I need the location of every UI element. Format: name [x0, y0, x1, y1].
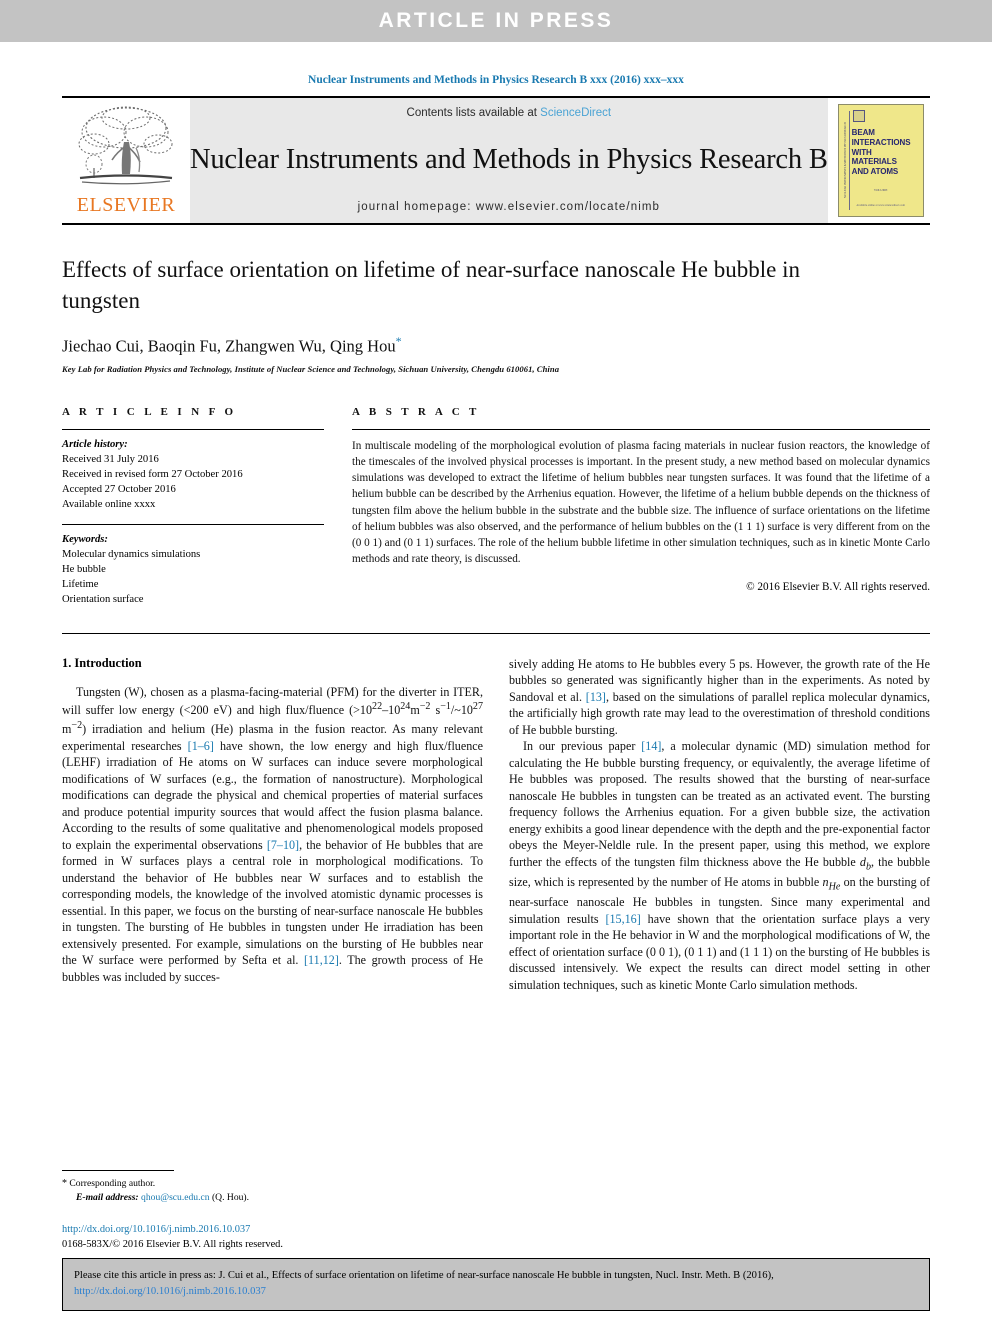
- footnote-star-marker: *: [62, 1178, 67, 1189]
- history-item: Accepted 27 October 2016: [62, 483, 176, 495]
- intro3-text-b: , a molecular dynamic (MD) simulation me…: [509, 739, 931, 869]
- citation-link-14[interactable]: [14]: [641, 739, 661, 753]
- intro-sup: 24: [400, 701, 411, 713]
- intro-paragraph-1: Tungsten (W), chosen as a plasma-facing-…: [62, 684, 483, 985]
- corresponding-author-marker: *: [395, 334, 402, 349]
- cite-text: Please cite this article in press as: J.…: [74, 1270, 774, 1281]
- cite-this-article-box: Please cite this article in press as: J.…: [62, 1258, 930, 1311]
- history-item: Received in revised form 27 October 2016: [62, 468, 243, 480]
- citation-link-13[interactable]: [13]: [586, 690, 606, 704]
- keyword-item: He bubble: [62, 563, 106, 575]
- elsevier-logo-block: ELSEVIER: [62, 98, 190, 223]
- affiliation: Key Lab for Radiation Physics and Techno…: [62, 363, 560, 374]
- intro-text-i: , the behavior of He bubbles that are fo…: [62, 837, 484, 968]
- body-columns: 1. Introduction Tungsten (W), chosen as …: [62, 656, 930, 993]
- citation-link-1-6[interactable]: [1–6]: [188, 739, 214, 753]
- cite-doi-link[interactable]: http://dx.doi.org/10.1016/j.nimb.2016.10…: [74, 1286, 266, 1297]
- cover-title-line: MATERIALS: [851, 157, 897, 167]
- intro-paragraph-2: sively adding He atoms to He bubbles eve…: [509, 656, 930, 739]
- masthead-bottom-rule: [62, 223, 930, 225]
- variable-nhe-subscript: He: [828, 881, 841, 893]
- article-history-label: Article history:: [62, 438, 128, 450]
- info-abstract-section: A R T I C L E I N F O Article history: R…: [62, 406, 930, 607]
- footnote-block: * Corresponding author. E-mail address: …: [62, 1170, 482, 1206]
- intro-sup: −2: [419, 701, 431, 713]
- contents-prefix: Contents lists available at: [406, 107, 541, 119]
- intro-sup: −1: [440, 701, 451, 713]
- intro3-text-a: In our previous paper: [523, 739, 642, 754]
- cover-title-line: INTERACTIONS: [851, 137, 911, 147]
- cover-volume-text: VOLUME: [873, 188, 888, 192]
- intro-text-d: s: [430, 703, 441, 718]
- cover-title: BEAM INTERACTIONS WITH MATERIALS AND ATO…: [852, 128, 919, 177]
- journal-masthead: ELSEVIER Contents lists available at Sci…: [62, 96, 934, 223]
- journal-cover-thumbnail: NUCLEAR INSTRUMENTS & METHODS IN PHYSICS…: [837, 104, 924, 217]
- intro-text-c: m: [410, 703, 420, 718]
- intro-paragraph-3: In our previous paper [14], a molecular …: [509, 738, 930, 993]
- body-column-left: 1. Introduction Tungsten (W), chosen as …: [62, 656, 483, 993]
- title-block: Effects of surface orientation on lifeti…: [62, 255, 930, 374]
- abstract-column: A B S T R A C T In multiscale modeling o…: [352, 406, 930, 607]
- citation-link-11-12[interactable]: [11,12]: [304, 953, 339, 967]
- journal-homepage-line[interactable]: journal homepage: www.elsevier.com/locat…: [358, 201, 660, 213]
- doi-url-link[interactable]: http://dx.doi.org/10.1016/j.nimb.2016.10…: [62, 1222, 283, 1237]
- email-line: E-mail address: qhou@scu.edu.cn (Q. Hou)…: [62, 1191, 482, 1205]
- keyword-item: Molecular dynamics simulations: [62, 548, 201, 560]
- email-owner: (Q. Hou).: [211, 1192, 250, 1204]
- corresponding-author-note: * Corresponding author.: [62, 1176, 482, 1191]
- running-head: Nuclear Instruments and Methods in Physi…: [308, 74, 684, 86]
- history-item: Available online xxxx: [62, 498, 156, 510]
- intro-sup: 27: [472, 701, 483, 713]
- article-in-press-label: ARTICLE IN PRESS: [378, 9, 614, 32]
- cover-title-line: WITH: [851, 147, 872, 157]
- keywords-block: Keywords: Molecular dynamics simulations…: [62, 523, 324, 607]
- intro-text-h: have shown, the low energy and high flux…: [62, 738, 484, 852]
- author-list: Jiechao Cui, Baoqin Fu, Zhangwen Wu, Qin…: [62, 334, 930, 357]
- abstract-copyright: © 2016 Elsevier B.V. All rights reserved…: [746, 580, 930, 593]
- body-separator-rule: [62, 632, 930, 634]
- intro-text-b: –10: [382, 703, 401, 718]
- intro-text-e: /~10: [450, 703, 473, 718]
- abstract-text: In multiscale modeling of the morphologi…: [352, 439, 930, 566]
- article-history-block: Article history: Received 31 July 2016 R…: [62, 430, 324, 512]
- contents-available-line: Contents lists available at ScienceDirec…: [407, 107, 612, 119]
- elsevier-wordmark: ELSEVIER: [76, 194, 176, 216]
- keyword-item: Lifetime: [62, 578, 99, 590]
- citation-link-7-10[interactable]: [7–10]: [267, 838, 299, 852]
- cover-title-line: BEAM: [851, 128, 875, 137]
- cover-spine-text: NUCLEAR INSTRUMENTS & METHODS IN PHYSICS…: [843, 111, 850, 210]
- corresponding-author-text: Corresponding author.: [69, 1178, 156, 1189]
- page-title: Effects of surface orientation on lifeti…: [62, 257, 800, 313]
- cover-elsevier-mark-icon: [852, 110, 865, 122]
- intro-sup: 22: [372, 701, 383, 713]
- doi-block: http://dx.doi.org/10.1016/j.nimb.2016.10…: [62, 1222, 283, 1252]
- article-info-heading: A R T I C L E I N F O: [62, 405, 237, 418]
- cover-title-line: AND ATOMS: [851, 167, 899, 176]
- intro-sup: −2: [71, 720, 83, 731]
- footnote-rule: [62, 1170, 174, 1171]
- keywords-label: Keywords:: [62, 533, 108, 545]
- author-names: Jiechao Cui, Baoqin Fu, Zhangwen Wu, Qin…: [62, 336, 396, 356]
- masthead-center: Contents lists available at ScienceDirec…: [190, 98, 828, 223]
- citation-link-15-16[interactable]: [15,16]: [605, 912, 640, 926]
- article-in-press-banner: ARTICLE IN PRESS: [0, 0, 992, 42]
- article-info-column: A R T I C L E I N F O Article history: R…: [62, 406, 324, 607]
- section-title-introduction: 1. Introduction: [62, 655, 142, 670]
- email-link[interactable]: qhou@scu.edu.cn: [141, 1192, 210, 1203]
- journal-title: Nuclear Instruments and Methods in Physi…: [190, 144, 828, 175]
- email-label: E-mail address:: [76, 1192, 139, 1204]
- sciencedirect-link[interactable]: ScienceDirect: [540, 107, 611, 119]
- journal-cover-block: NUCLEAR INSTRUMENTS & METHODS IN PHYSICS…: [827, 98, 934, 223]
- keyword-item: Orientation surface: [62, 593, 144, 605]
- abstract-heading: A B S T R A C T: [352, 405, 480, 418]
- body-column-right: sively adding He atoms to He bubbles eve…: [509, 656, 930, 993]
- history-item: Received 31 July 2016: [62, 453, 159, 465]
- issn-copyright-line: 0168-583X/© 2016 Elsevier B.V. All right…: [62, 1239, 283, 1251]
- intro-text-f: m: [62, 722, 72, 737]
- cover-footer-text: Available online at www.sciencedirect.co…: [856, 204, 905, 207]
- elsevier-tree-icon: [78, 106, 173, 185]
